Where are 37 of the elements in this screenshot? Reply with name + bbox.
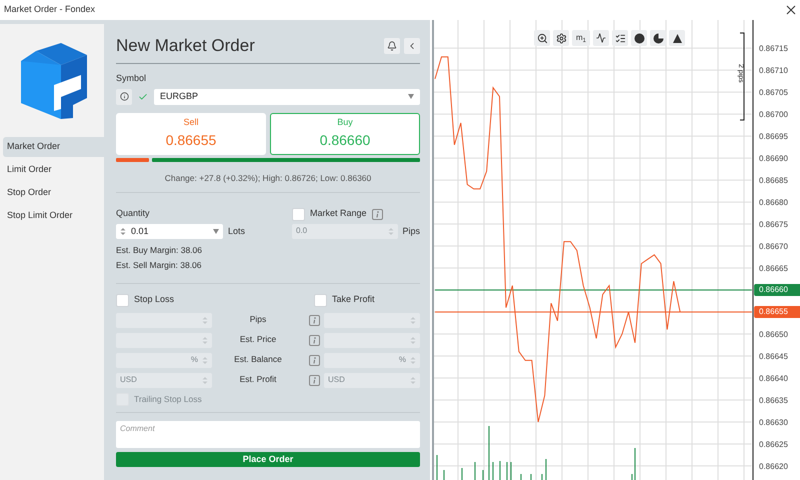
axis-tick-label: 0.86710	[759, 66, 788, 76]
axis-tick-label: 0.86620	[759, 462, 788, 471]
axis-tick-label: 0.86680	[759, 198, 788, 208]
price-tag: 0.86655	[754, 306, 800, 318]
field-label: Quantity	[116, 207, 151, 220]
form-title: New Market Order	[116, 34, 255, 57]
price-tag: 0.86660	[754, 284, 800, 296]
checkbox-label: Take Profit	[332, 293, 375, 306]
axis-tick-label: 0.86695	[759, 132, 788, 142]
axis-tick-label: 0.86670	[759, 242, 788, 252]
row-label: Est. Price	[238, 332, 278, 346]
axis-tick-label: 0.86630	[759, 418, 788, 427]
checkbox-label: Market Range	[310, 207, 367, 220]
axis-tick-label: 0.86635	[759, 396, 788, 405]
axis-tick-label: 0.86690	[759, 154, 788, 164]
axis-tick-label: 0.86675	[759, 220, 788, 230]
window-title: Market Order - Fondex	[4, 3, 96, 16]
axis-tick-label: 0.86650	[759, 330, 788, 339]
axis-tick-label: 0.86640	[759, 374, 788, 383]
price-stats: Change: +27.8 (+0.32%); High: 0.86726; Low: 0.86360	[164, 172, 372, 184]
unit-label: Lots	[228, 224, 246, 238]
row-label: Est. Balance	[233, 352, 283, 366]
margin-text: Est. Sell Margin: 38.06	[116, 258, 203, 272]
axis-tick-label: 0.86645	[759, 352, 788, 361]
row-label: Est. Profit	[238, 372, 278, 386]
checkbox-label: Stop Loss	[134, 293, 174, 306]
field-label: Symbol	[116, 72, 148, 85]
unit-label: Pips	[402, 224, 420, 238]
axis-tick-label: 0.86625	[759, 440, 788, 449]
axis-tick-label: 0.86685	[759, 176, 788, 186]
margin-text: Est. Buy Margin: 38.06	[116, 244, 203, 256]
axis-tick-label: 0.86715	[759, 44, 788, 54]
axis-tick-label: 0.86665	[759, 264, 788, 274]
row-label: Pips	[248, 312, 268, 326]
checkbox-label: Trailing Stop Loss	[134, 392, 202, 406]
axis-tick-label: 0.86700	[759, 110, 788, 120]
axis-tick-label: 0.86705	[759, 88, 788, 98]
